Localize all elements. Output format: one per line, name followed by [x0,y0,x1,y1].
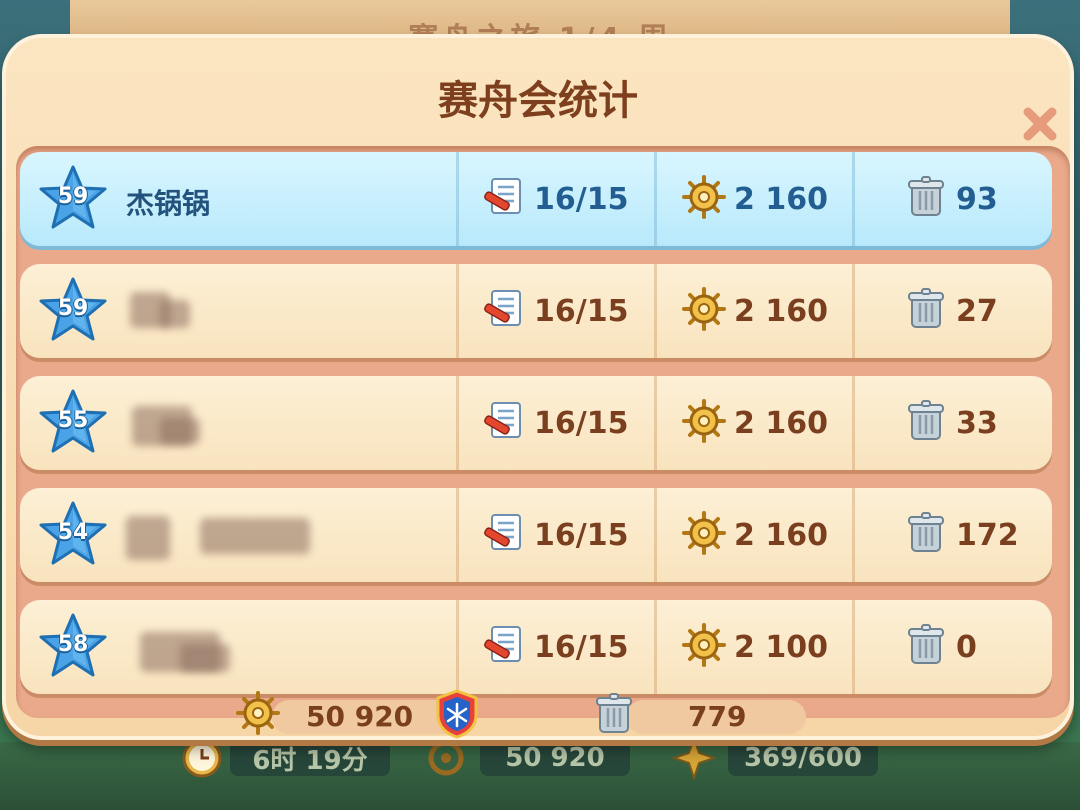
level-star-icon: 58 [38,612,108,680]
level-star-icon: 55 [38,388,108,456]
trash-value: 93 [956,181,998,217]
ship-wheel-icon [428,740,464,776]
total-trash-value: 779 [688,700,747,733]
trash-cell: 27 [904,264,998,358]
ship-wheel-icon [682,511,734,559]
ship-wheel-icon [236,691,280,735]
member-level: 58 [57,632,89,657]
member-level: 59 [57,296,89,321]
column-divider [852,600,855,694]
trash-can-icon [904,511,956,559]
column-divider [654,376,657,470]
wheels-cell: 2 160 [682,264,828,358]
tasks-value: 16/15 [534,405,629,441]
column-divider [852,264,855,358]
wheels-value: 2 160 [734,517,828,553]
level-star-icon: 59 [38,164,108,232]
trash-cell: 0 [904,600,977,694]
member-list[interactable]: 59 杰锅锅 16/15 2 160 93 59 16/15 2 160 27 … [16,146,1070,718]
column-divider [654,264,657,358]
task-list-icon [482,175,534,223]
member-row[interactable]: 55 16/15 2 160 33 [20,376,1052,470]
compass-star-icon [672,736,716,780]
wheels-value: 2 160 [734,405,828,441]
tasks-cell: 16/15 [482,376,628,470]
clock-icon [182,738,222,778]
column-divider [456,376,459,470]
member-row[interactable]: 58 16/15 2 100 0 [20,600,1052,694]
wheels-cell: 2 160 [682,152,828,246]
tasks-value: 16/15 [534,293,629,329]
wheels-value: 2 160 [734,293,828,329]
trash-cell: 93 [904,152,998,246]
wheels-cell: 2 160 [682,376,828,470]
ship-wheel-icon [682,175,734,223]
background-wheels-value: 50 920 [505,743,605,773]
timer-stat: 6时 19分 [230,740,390,776]
wheels-value: 2 100 [734,629,828,665]
tasks-cell: 16/15 [482,488,628,582]
background-wheels-stat: 50 920 [480,740,630,776]
wheels-cell: 2 100 [682,600,828,694]
close-icon[interactable] [1020,104,1060,144]
task-list-icon [482,399,534,447]
tasks-cell: 16/15 [482,264,628,358]
tasks-value: 16/15 [534,517,629,553]
dialog-title: 赛舟会统计 [438,78,638,124]
member-level: 59 [57,184,89,209]
compass-value: 369/600 [743,743,863,773]
member-name-redacted [120,622,320,674]
member-name-redacted [120,286,320,338]
member-name-redacted [120,510,320,562]
column-divider [456,152,459,246]
member-name: 杰锅锅 [126,187,211,220]
trash-cell: 33 [904,376,998,470]
task-list-icon [482,287,534,335]
trash-value: 33 [956,405,998,441]
member-level: 55 [57,408,89,433]
ship-wheel-icon [682,623,734,671]
column-divider [456,488,459,582]
wheels-cell: 2 160 [682,488,828,582]
member-row[interactable]: 54 16/15 2 160 172 [20,488,1052,582]
level-star-icon: 54 [38,500,108,568]
level-star-icon: 59 [38,276,108,344]
timer-value: 6时 19分 [252,745,368,776]
ship-wheel-icon [682,287,734,335]
tasks-value: 16/15 [534,181,629,217]
column-divider [456,264,459,358]
wheels-value: 2 160 [734,181,828,217]
member-row[interactable]: 59 16/15 2 160 27 [20,264,1052,358]
column-divider [456,600,459,694]
column-divider [852,376,855,470]
close-button[interactable] [1016,100,1064,148]
trash-can-icon [596,693,632,733]
compass-stat: 369/600 [728,740,878,776]
snowflake-shield-icon [436,689,478,739]
tasks-value: 16/15 [534,629,629,665]
trash-value: 172 [956,517,1019,553]
trash-can-icon [904,399,956,447]
task-list-icon [482,511,534,559]
task-list-icon [482,623,534,671]
member-level: 54 [57,520,89,545]
member-name-redacted [120,398,320,450]
ship-wheel-icon [682,399,734,447]
column-divider [654,600,657,694]
column-divider [654,152,657,246]
tasks-cell: 16/15 [482,600,628,694]
regatta-stats-dialog: 赛舟会统计 59 杰锅锅 16/15 2 160 93 59 16/15 2 1… [2,34,1074,740]
column-divider [852,152,855,246]
trash-value: 27 [956,293,998,329]
trash-can-icon [904,175,956,223]
trash-can-icon [904,623,956,671]
trash-can-icon [904,287,956,335]
tasks-cell: 16/15 [482,152,628,246]
total-wheels-value: 50 920 [306,700,414,733]
trash-value: 0 [956,629,977,665]
column-divider [852,488,855,582]
column-divider [654,488,657,582]
member-row[interactable]: 59 杰锅锅 16/15 2 160 93 [20,152,1052,246]
trash-cell: 172 [904,488,1019,582]
